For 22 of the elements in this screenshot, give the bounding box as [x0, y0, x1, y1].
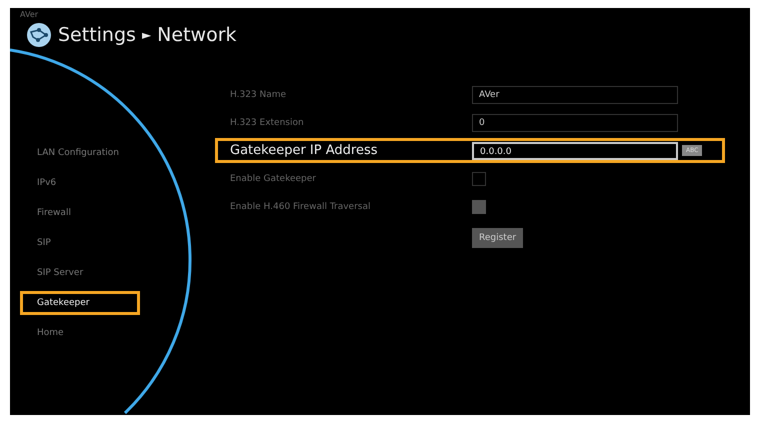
checkbox-label: Enable Gatekeeper	[230, 174, 317, 184]
sidebar-item[interactable]: LAN Configuration	[20, 141, 140, 165]
field-label: H.323 Extension	[230, 118, 305, 128]
sidebar-item[interactable]: Firewall	[20, 201, 140, 225]
globe-icon	[26, 22, 52, 48]
section-title: Settings	[58, 24, 136, 46]
sidebar-item[interactable]: IPv6	[20, 171, 140, 195]
field-label: Gatekeeper IP Address	[230, 143, 379, 158]
breadcrumb-separator: ►	[142, 28, 152, 42]
field-label: H.323 Name	[230, 90, 288, 100]
page-title: Network	[157, 24, 237, 46]
input-field[interactable]: 0.0.0.0	[472, 142, 678, 160]
sidebar-item[interactable]: Gatekeeper	[20, 291, 140, 315]
sidebar-item[interactable]: Home	[20, 321, 140, 345]
sidebar-item[interactable]: SIP Server	[20, 261, 140, 285]
input-field[interactable]: 0	[472, 114, 678, 132]
checkbox-label: Enable H.460 Firewall Traversal	[230, 202, 372, 212]
input-field[interactable]: AVer	[472, 86, 678, 104]
sidebar-item[interactable]: SIP	[20, 231, 140, 255]
brand-label: AVer	[20, 10, 38, 19]
checkbox[interactable]	[472, 172, 486, 186]
register-button[interactable]: Register	[472, 228, 524, 248]
